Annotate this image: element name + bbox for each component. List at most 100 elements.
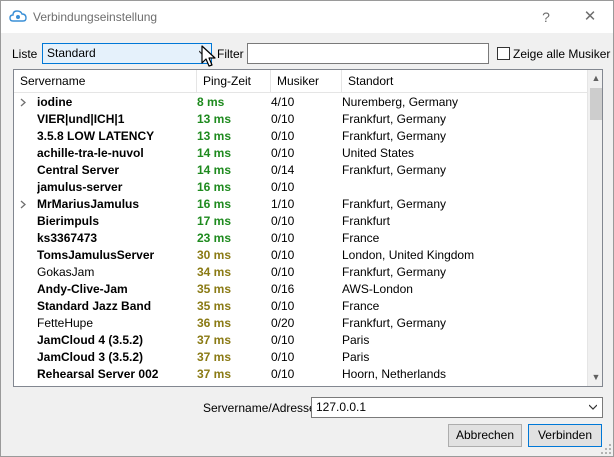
expand-arrow-icon bbox=[20, 281, 34, 298]
cancel-button[interactable]: Abbrechen bbox=[448, 424, 522, 447]
table-row[interactable]: VIER|und|ICH|1 13 ms 0/10 Frankfurt, German… bbox=[14, 111, 587, 128]
show-all-musicians-checkbox[interactable] bbox=[497, 47, 510, 60]
expand-arrow-icon bbox=[20, 162, 34, 179]
ping-time: 14 ms bbox=[197, 146, 232, 160]
musician-count: 0/10 bbox=[271, 299, 295, 313]
server-list-scrollbar[interactable]: ▲ ▼ bbox=[587, 70, 602, 386]
table-row[interactable]: iodine 8 ms 4/10 Nuremberg, Germany bbox=[14, 94, 587, 111]
table-row[interactable]: achille-tra-le-nuvol 14 ms 0/10 United Stat… bbox=[14, 145, 587, 162]
connect-button[interactable]: Verbinden bbox=[528, 424, 602, 447]
column-header-musicians[interactable]: Musiker bbox=[271, 70, 342, 93]
expand-arrow-icon bbox=[20, 179, 34, 196]
server-name: Bierimpuls bbox=[37, 214, 100, 228]
server-name: Standard Jazz Band bbox=[37, 299, 152, 313]
musician-count: 0/10 bbox=[271, 333, 295, 347]
list-select[interactable]: Standard bbox=[42, 43, 212, 64]
table-row[interactable]: FetteHupe 36 ms 0/20 Frankfurt, Germany bbox=[14, 315, 587, 332]
title-bar: Verbindungseinstellung ? ✕ bbox=[1, 1, 613, 33]
musician-count: 0/10 bbox=[271, 350, 295, 364]
server-list[interactable]: Servername Ping-Zeit Musiker Standort io… bbox=[13, 69, 603, 387]
server-location bbox=[342, 383, 582, 386]
server-name: TomsJamulusServer bbox=[37, 248, 155, 262]
server-address-combo[interactable]: 127.0.0.1 bbox=[311, 397, 603, 418]
expand-arrow-icon[interactable] bbox=[20, 196, 34, 213]
column-header-servername[interactable]: Servername bbox=[14, 70, 197, 93]
resize-grip-icon[interactable] bbox=[601, 444, 612, 455]
column-header-ping[interactable]: Ping-Zeit bbox=[197, 70, 271, 93]
ping-time: 36 ms bbox=[197, 316, 232, 330]
connection-settings-dialog: Verbindungseinstellung ? ✕ Liste Standar… bbox=[0, 0, 614, 457]
ping-time: 34 ms bbox=[197, 265, 232, 279]
scroll-up-arrow-icon[interactable]: ▲ bbox=[588, 70, 602, 87]
server-location: Frankfurt, Germany bbox=[342, 197, 447, 211]
musician-count: 4/10 bbox=[271, 95, 295, 109]
table-row[interactable]: 94.23.241...38 ms0/10 bbox=[14, 383, 587, 386]
server-address-value: 127.0.0.1 bbox=[316, 400, 367, 414]
expand-arrow-icon bbox=[20, 264, 34, 281]
table-row[interactable]: GokasJam 34 ms 0/10 Frankfurt, Germany bbox=[14, 264, 587, 281]
musician-count: 0/10 bbox=[271, 265, 295, 279]
scroll-thumb[interactable] bbox=[590, 88, 602, 120]
server-location: Paris bbox=[342, 350, 370, 364]
musician-count: 0/10 bbox=[271, 146, 295, 160]
window-title: Verbindungseinstellung bbox=[33, 10, 158, 24]
server-name: achille-tra-le-nuvol bbox=[37, 146, 144, 160]
table-row[interactable]: Central Server 14 ms 0/14 Frankfurt, German… bbox=[14, 162, 587, 179]
expand-arrow-icon bbox=[20, 349, 34, 366]
ping-time: 17 ms bbox=[197, 214, 232, 228]
server-name: ks3367473 bbox=[37, 231, 98, 245]
table-row[interactable]: 3.5.8 LOW LATENCY 13 ms 0/10 Frankfurt, Ger… bbox=[14, 128, 587, 145]
ping-time: 35 ms bbox=[197, 299, 232, 313]
musician-count: 0/10 bbox=[271, 180, 295, 194]
server-name: JamCloud 4 (3.5.2) bbox=[37, 333, 144, 347]
server-name: GokasJam bbox=[37, 265, 95, 279]
server-name: MrMariusJamulus bbox=[37, 197, 140, 211]
help-button[interactable]: ? bbox=[531, 6, 561, 28]
table-row[interactable]: Bierimpuls 17 ms 0/10 Frankfurt bbox=[14, 213, 587, 230]
server-location bbox=[342, 179, 582, 196]
table-row[interactable]: Standard Jazz Band 35 ms 0/10 France bbox=[14, 298, 587, 315]
close-button[interactable]: ✕ bbox=[575, 6, 605, 28]
expand-arrow-icon bbox=[20, 230, 34, 247]
column-header-location[interactable]: Standort bbox=[342, 70, 587, 93]
table-row[interactable]: Rehearsal Server 002 37 ms 0/10 Hoorn, Neth… bbox=[14, 366, 587, 383]
scroll-down-arrow-icon[interactable]: ▼ bbox=[588, 369, 602, 386]
server-location: United States bbox=[342, 146, 415, 160]
server-name: Central Server bbox=[37, 163, 120, 177]
server-name: iodine bbox=[37, 95, 73, 109]
ping-time: 23 ms bbox=[197, 231, 232, 245]
ping-time: 13 ms bbox=[197, 112, 232, 126]
musician-count: 1/10 bbox=[271, 197, 295, 211]
ping-time: 37 ms bbox=[197, 333, 232, 347]
expand-arrow-icon bbox=[20, 366, 34, 383]
filter-label: Filter bbox=[217, 47, 244, 61]
expand-arrow-icon bbox=[20, 213, 34, 230]
expand-arrow-icon bbox=[20, 383, 34, 386]
address-label: Servername/Adresse bbox=[203, 401, 316, 415]
expand-arrow-icon bbox=[20, 315, 34, 332]
server-location: London, United Kingdom bbox=[342, 248, 475, 262]
table-row[interactable]: MrMariusJamulus 16 ms 1/10 Frankfurt, Germa… bbox=[14, 196, 587, 213]
table-row[interactable]: jamulus-server 16 ms 0/10 bbox=[14, 179, 587, 196]
table-row[interactable]: TomsJamulusServer 30 ms 0/10 London, United… bbox=[14, 247, 587, 264]
server-location: Frankfurt, Germany bbox=[342, 129, 447, 143]
server-name: FetteHupe bbox=[37, 316, 94, 330]
table-row[interactable]: ks3367473 23 ms 0/10 France bbox=[14, 230, 587, 247]
server-location: France bbox=[342, 231, 380, 245]
table-row[interactable]: JamCloud 3 (3.5.2) 37 ms 0/10 Paris bbox=[14, 349, 587, 366]
server-name: jamulus-server bbox=[37, 180, 123, 194]
filter-input[interactable] bbox=[247, 43, 489, 64]
table-row[interactable]: Andy-Clive-Jam 35 ms 0/16 AWS-London bbox=[14, 281, 587, 298]
musician-count: 0/10 bbox=[271, 214, 295, 228]
server-location: Paris bbox=[342, 333, 370, 347]
server-location: Hoorn, Netherlands bbox=[342, 367, 447, 381]
server-list-header: Servername Ping-Zeit Musiker Standort bbox=[14, 70, 587, 93]
expand-arrow-icon bbox=[20, 332, 34, 349]
musician-count: 0/10 bbox=[271, 231, 295, 245]
table-row[interactable]: JamCloud 4 (3.5.2) 37 ms 0/10 Paris bbox=[14, 332, 587, 349]
expand-arrow-icon bbox=[20, 247, 34, 264]
expand-arrow-icon bbox=[20, 128, 34, 145]
ping-time: 16 ms bbox=[197, 180, 232, 194]
server-location: Frankfurt, Germany bbox=[342, 112, 447, 126]
expand-arrow-icon[interactable] bbox=[20, 94, 34, 111]
